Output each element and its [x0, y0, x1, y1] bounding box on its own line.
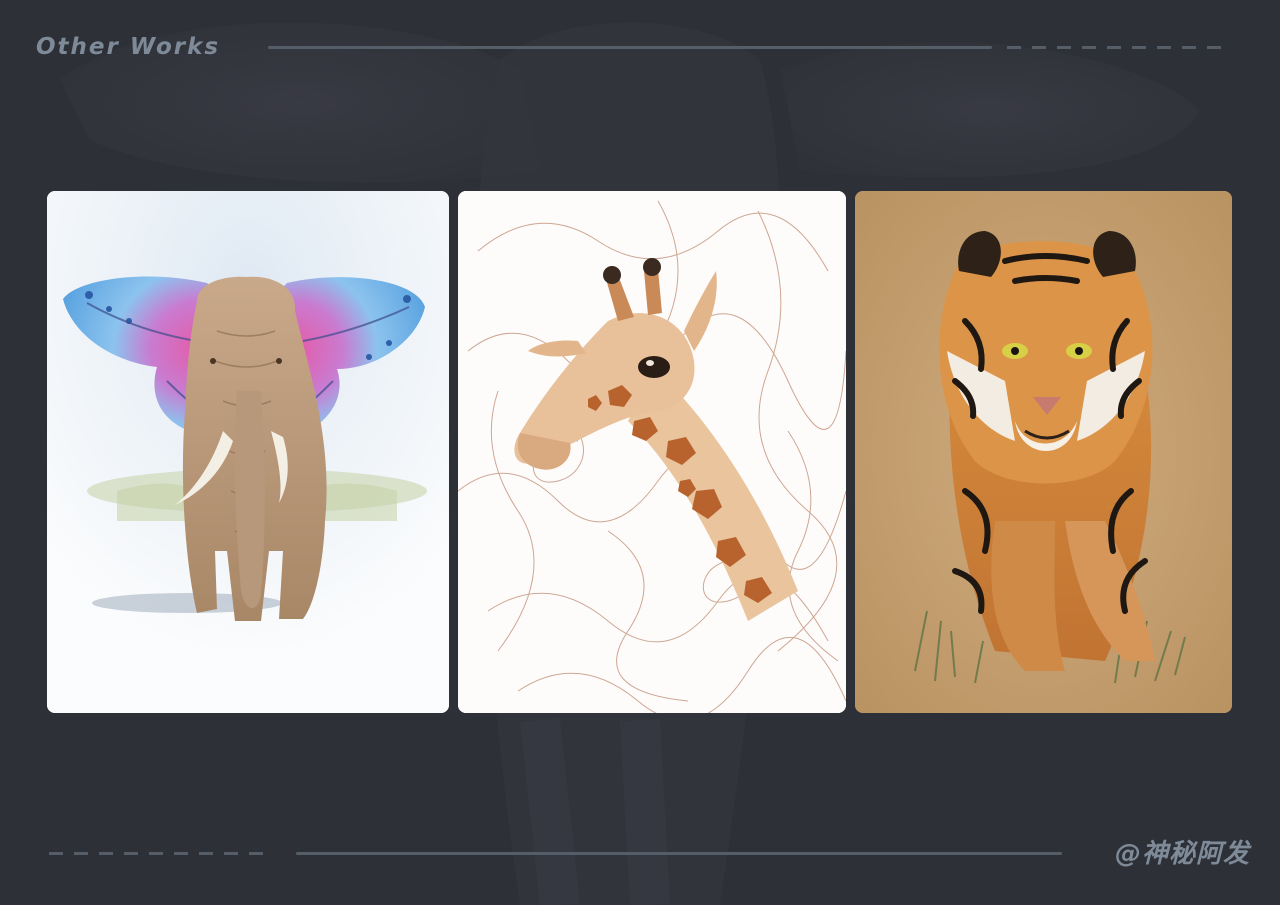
tiger-illustration	[855, 191, 1232, 713]
header-divider-solid	[268, 46, 992, 49]
page-title: Other Works	[36, 34, 221, 60]
artwork-card-giraffe[interactable]	[458, 191, 846, 713]
author-signature: @神秘阿发	[1114, 839, 1250, 869]
footer-divider-dashed	[49, 852, 273, 855]
giraffe-illustration	[458, 191, 846, 713]
header-divider-dashed	[1007, 46, 1232, 49]
elephant-illustration	[47, 191, 449, 713]
footer-divider-solid	[296, 852, 1062, 855]
artwork-card-tiger[interactable]	[855, 191, 1232, 713]
artwork-card-elephant[interactable]	[47, 191, 449, 713]
